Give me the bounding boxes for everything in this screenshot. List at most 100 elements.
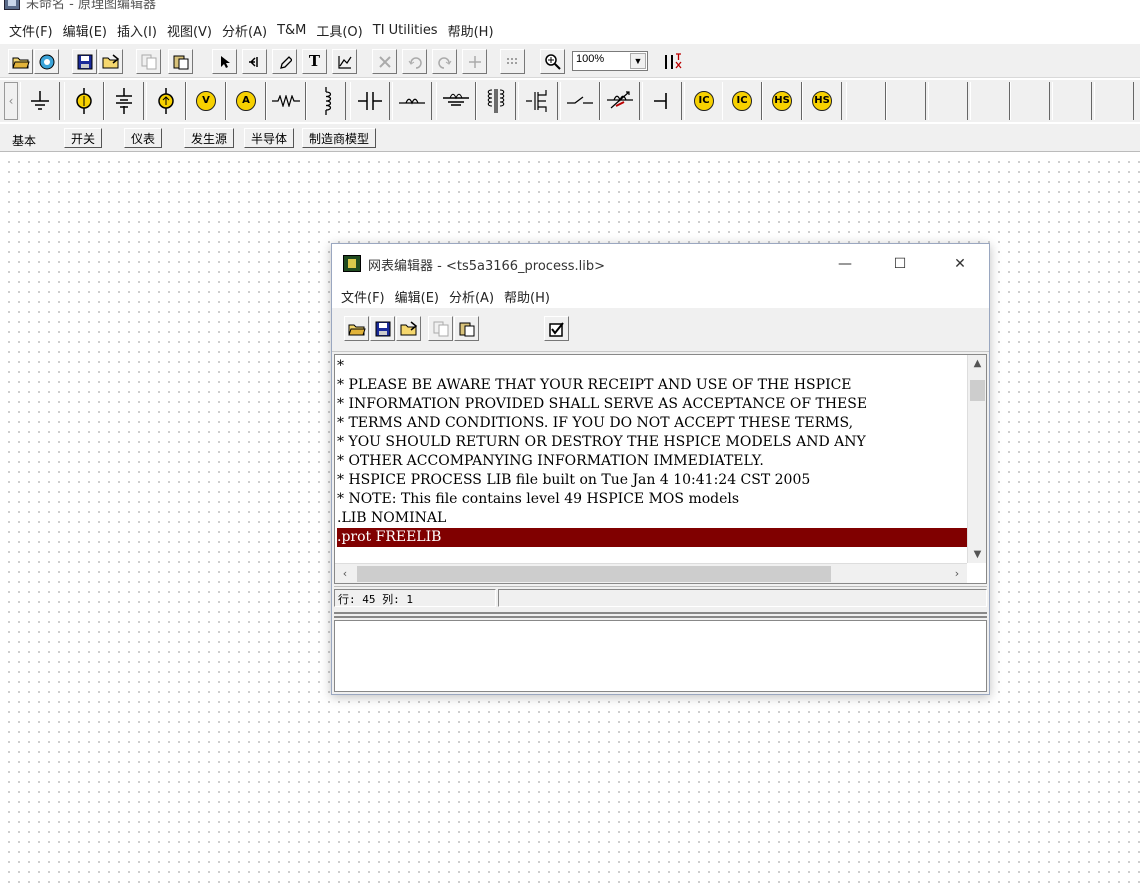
ammeter-icon[interactable]: A (226, 82, 266, 120)
pane-splitter[interactable] (334, 612, 987, 618)
close-button[interactable]: ✕ (945, 252, 975, 276)
ground-icon[interactable] (20, 82, 60, 120)
empty-slot[interactable] (970, 82, 1010, 120)
netlist-line[interactable]: .prot FREELIB (337, 528, 967, 547)
save-icon[interactable] (72, 49, 97, 74)
netlist-line[interactable]: * INFORMATION PROVIDED SHALL SERVE AS AC… (337, 395, 967, 414)
tab-meter[interactable]: 仪表 (124, 128, 163, 148)
open-folder-icon[interactable] (8, 49, 33, 74)
voltage-source-icon[interactable] (64, 82, 104, 120)
maximize-button[interactable]: ☐ (885, 252, 915, 276)
netlist-text-editor[interactable]: * * PLEASE BE AWARE THAT YOUR RECEIPT AND… (334, 354, 987, 584)
current-source-icon[interactable] (146, 82, 186, 120)
minimize-button[interactable]: — (830, 252, 860, 276)
diode-icon[interactable] (560, 82, 600, 120)
text-icon[interactable]: T (302, 49, 327, 74)
vertical-scrollbar[interactable]: ▲ ▼ (967, 355, 986, 563)
menu-tools[interactable]: 工具(O) (311, 21, 367, 40)
open-file-icon[interactable] (98, 49, 123, 74)
empty-slot[interactable] (928, 82, 968, 120)
netlist-line[interactable]: * OTHER ACCOMPANYING INFORMATION IMMEDIA… (337, 452, 967, 471)
ic-plus-icon[interactable]: IC (722, 82, 762, 120)
netlist-menu-edit[interactable]: 编辑(E) (390, 287, 444, 306)
save-icon[interactable] (370, 316, 395, 341)
menu-tm[interactable]: T&M (272, 23, 311, 38)
hs-plus-icon[interactable]: HS (802, 82, 842, 120)
open-folder-icon[interactable] (344, 316, 369, 341)
empty-slot[interactable] (886, 82, 926, 120)
mosfet-icon[interactable] (518, 82, 558, 120)
component-scroll-left[interactable]: ‹ (4, 82, 18, 120)
paste-icon[interactable] (454, 316, 479, 341)
pencil-icon[interactable] (272, 49, 297, 74)
cross-icon[interactable] (462, 49, 487, 74)
tab-basic[interactable]: 基本 (6, 130, 43, 150)
pointer-icon[interactable] (212, 49, 237, 74)
netlist-line[interactable]: * NOTE: This file contains level 49 HSPI… (337, 490, 967, 509)
undo-icon[interactable] (402, 49, 427, 74)
tab-vendor-models[interactable]: 制造商模型 (302, 128, 377, 148)
wire-icon[interactable] (242, 49, 267, 74)
netlist-line[interactable]: * TERMS AND CONDITIONS. IF YOU DO NOT AC… (337, 414, 967, 433)
menu-view[interactable]: 视图(V) (162, 21, 217, 40)
zoom-value: 100% (576, 53, 605, 65)
menu-insert[interactable]: 插入(I) (112, 21, 162, 40)
tab-source[interactable]: 发生源 (184, 128, 235, 148)
empty-slot[interactable] (1094, 82, 1134, 120)
netlist-line[interactable]: * HSPICE PROCESS LIB file built on Tue J… (337, 471, 967, 490)
netlist-menu-analysis[interactable]: 分析(A) (444, 287, 499, 306)
capacitor-icon[interactable] (350, 82, 390, 120)
open-file-icon[interactable] (396, 316, 421, 341)
scroll-down-icon[interactable]: ▼ (968, 546, 987, 563)
transformer-icon[interactable] (476, 82, 516, 120)
scroll-left-icon[interactable]: ‹ (335, 564, 355, 584)
opamp-icon[interactable] (642, 82, 682, 120)
hs-icon[interactable]: HS (762, 82, 802, 120)
empty-slot[interactable] (846, 82, 886, 120)
menu-file[interactable]: 文件(F) (4, 21, 58, 40)
netlist-line[interactable]: * (337, 357, 967, 376)
netlist-titlebar[interactable]: 网表编辑器 - <ts5a3166_process.lib> — ☐ ✕ (332, 244, 989, 284)
horizontal-scroll-thumb[interactable] (357, 566, 831, 582)
netlist-menu-file[interactable]: 文件(F) (336, 287, 390, 306)
copy-icon[interactable] (136, 49, 161, 74)
menu-analysis[interactable]: 分析(A) (217, 21, 272, 40)
wire-ground-icon[interactable] (392, 82, 432, 120)
empty-slot[interactable] (1010, 82, 1050, 120)
tab-semiconductor[interactable]: 半导体 (244, 128, 295, 148)
ic-icon[interactable]: IC (684, 82, 724, 120)
inductor-icon[interactable] (306, 82, 346, 120)
redo-icon[interactable] (432, 49, 457, 74)
check-icon[interactable] (544, 316, 569, 341)
copy-icon[interactable] (428, 316, 453, 341)
battery-icon[interactable] (104, 82, 144, 120)
tab-switch[interactable]: 开关 (64, 128, 103, 148)
netlist-menu-help[interactable]: 帮助(H) (499, 287, 555, 306)
graph-icon[interactable] (332, 49, 357, 74)
grid-icon[interactable] (500, 49, 525, 74)
netlist-line[interactable]: * YOU SHOULD RETURN OR DESTROY THE HSPIC… (337, 433, 967, 452)
empty-slot[interactable] (1052, 82, 1092, 120)
switch-icon[interactable] (436, 82, 476, 120)
scroll-up-icon[interactable]: ▲ (968, 355, 987, 372)
delete-icon[interactable] (372, 49, 397, 74)
menu-help[interactable]: 帮助(H) (443, 21, 499, 40)
resistor-icon[interactable] (266, 82, 306, 120)
netlist-line[interactable]: .LIB NOMINAL (337, 509, 967, 528)
netlist-lines[interactable]: * * PLEASE BE AWARE THAT YOUR RECEIPT AND… (335, 355, 967, 563)
vertical-scroll-thumb[interactable] (970, 380, 985, 401)
output-pane[interactable] (334, 620, 987, 692)
scroll-right-icon[interactable]: › (947, 564, 967, 584)
potentiometer-icon[interactable] (600, 82, 640, 120)
zoom-icon[interactable] (540, 49, 565, 74)
search-icon[interactable] (34, 49, 59, 74)
dropdown-icon[interactable]: ▼ (630, 53, 646, 69)
tk-icon[interactable] (660, 49, 685, 74)
netlist-line[interactable]: * PLEASE BE AWARE THAT YOUR RECEIPT AND … (337, 376, 967, 395)
menu-ti-utilities[interactable]: TI Utilities (368, 23, 443, 38)
menu-edit[interactable]: 编辑(E) (58, 21, 112, 40)
horizontal-scrollbar[interactable]: ‹ › (335, 563, 967, 583)
voltmeter-icon[interactable]: V (186, 82, 226, 120)
zoom-select[interactable]: 100% ▼ (572, 51, 648, 71)
paste-icon[interactable] (168, 49, 193, 74)
